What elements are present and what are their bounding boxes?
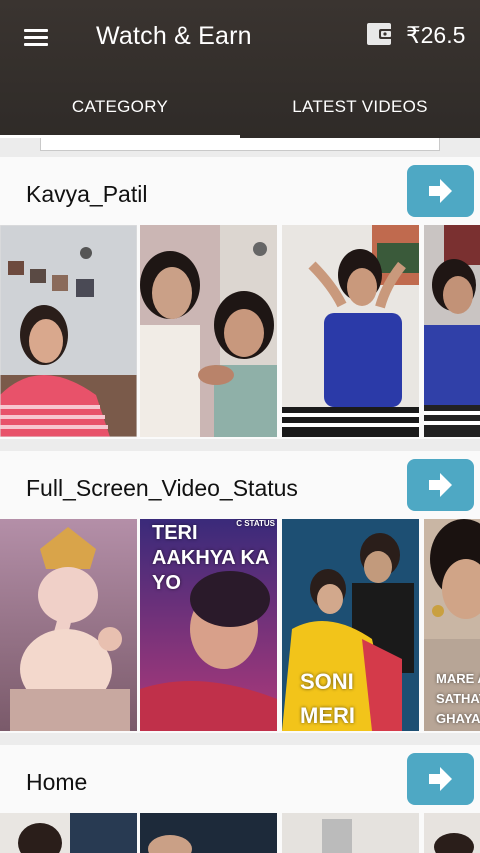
section-open-button[interactable] xyxy=(407,165,474,217)
thumbnail-overlay-text: SONI MERI BAAT xyxy=(300,669,355,728)
app-title: Watch & Earn xyxy=(96,22,252,50)
video-thumbnail[interactable]: TERI AAKHYA KA YO C STATUS xyxy=(140,519,277,731)
arrow-right-icon xyxy=(429,179,452,203)
video-thumbnail[interactable]: SONI MERI BAAT xyxy=(282,519,419,731)
thumbnail-badge: C STATUS xyxy=(236,519,275,528)
section-title: Full_Screen_Video_Status xyxy=(26,475,298,501)
video-thumbnail[interactable] xyxy=(140,813,277,853)
thumbnail-row xyxy=(0,225,480,437)
video-thumbnail[interactable] xyxy=(424,225,480,437)
video-thumbnail[interactable] xyxy=(424,813,480,853)
toolbar: Watch & Earn ₹26.5 xyxy=(0,0,480,76)
arrow-right-icon xyxy=(429,473,452,497)
section-home: Home xyxy=(0,745,480,853)
section-kavya-patil: Kavya_Patil xyxy=(0,157,480,439)
tab-latest-videos[interactable]: LATEST VIDEOS xyxy=(240,76,480,138)
thumbnail-row xyxy=(0,813,480,853)
video-thumbnail[interactable] xyxy=(0,813,137,853)
wallet-icon[interactable] xyxy=(366,22,394,46)
hamburger-menu-icon[interactable] xyxy=(18,22,56,54)
thumbnail-row: TERI AAKHYA KA YO C STATUS SONI MERI BAA… xyxy=(0,519,480,731)
thumbnail-overlay-text: TERI AAKHYA KA YO xyxy=(152,522,269,594)
search-box-remnant[interactable] xyxy=(40,138,440,151)
section-open-button[interactable] xyxy=(407,753,474,805)
tab-category[interactable]: CATEGORY xyxy=(0,76,240,138)
thumbnail-overlay-text: MARE A SATHAT GHAYAL xyxy=(436,671,480,726)
arrow-right-icon xyxy=(429,767,452,791)
app-bar: Watch & Earn ₹26.5 CATEGORY LATEST VIDEO… xyxy=(0,0,480,138)
video-thumbnail[interactable] xyxy=(140,225,277,437)
tab-bar: CATEGORY LATEST VIDEOS xyxy=(0,76,480,138)
section-full-screen-video-status: Full_Screen_Video_Status TERI AAKHYA KA … xyxy=(0,451,480,733)
video-thumbnail[interactable] xyxy=(0,519,137,731)
video-thumbnail[interactable] xyxy=(282,813,419,853)
wallet-balance: ₹26.5 xyxy=(406,22,466,48)
app-root: Watch & Earn ₹26.5 CATEGORY LATEST VIDEO… xyxy=(0,0,480,853)
section-open-button[interactable] xyxy=(407,459,474,511)
video-thumbnail[interactable] xyxy=(282,225,419,437)
video-thumbnail[interactable] xyxy=(0,225,137,437)
video-thumbnail[interactable]: MARE A SATHAT GHAYAL xyxy=(424,519,480,731)
section-title: Kavya_Patil xyxy=(26,181,148,207)
section-title: Home xyxy=(26,769,88,795)
